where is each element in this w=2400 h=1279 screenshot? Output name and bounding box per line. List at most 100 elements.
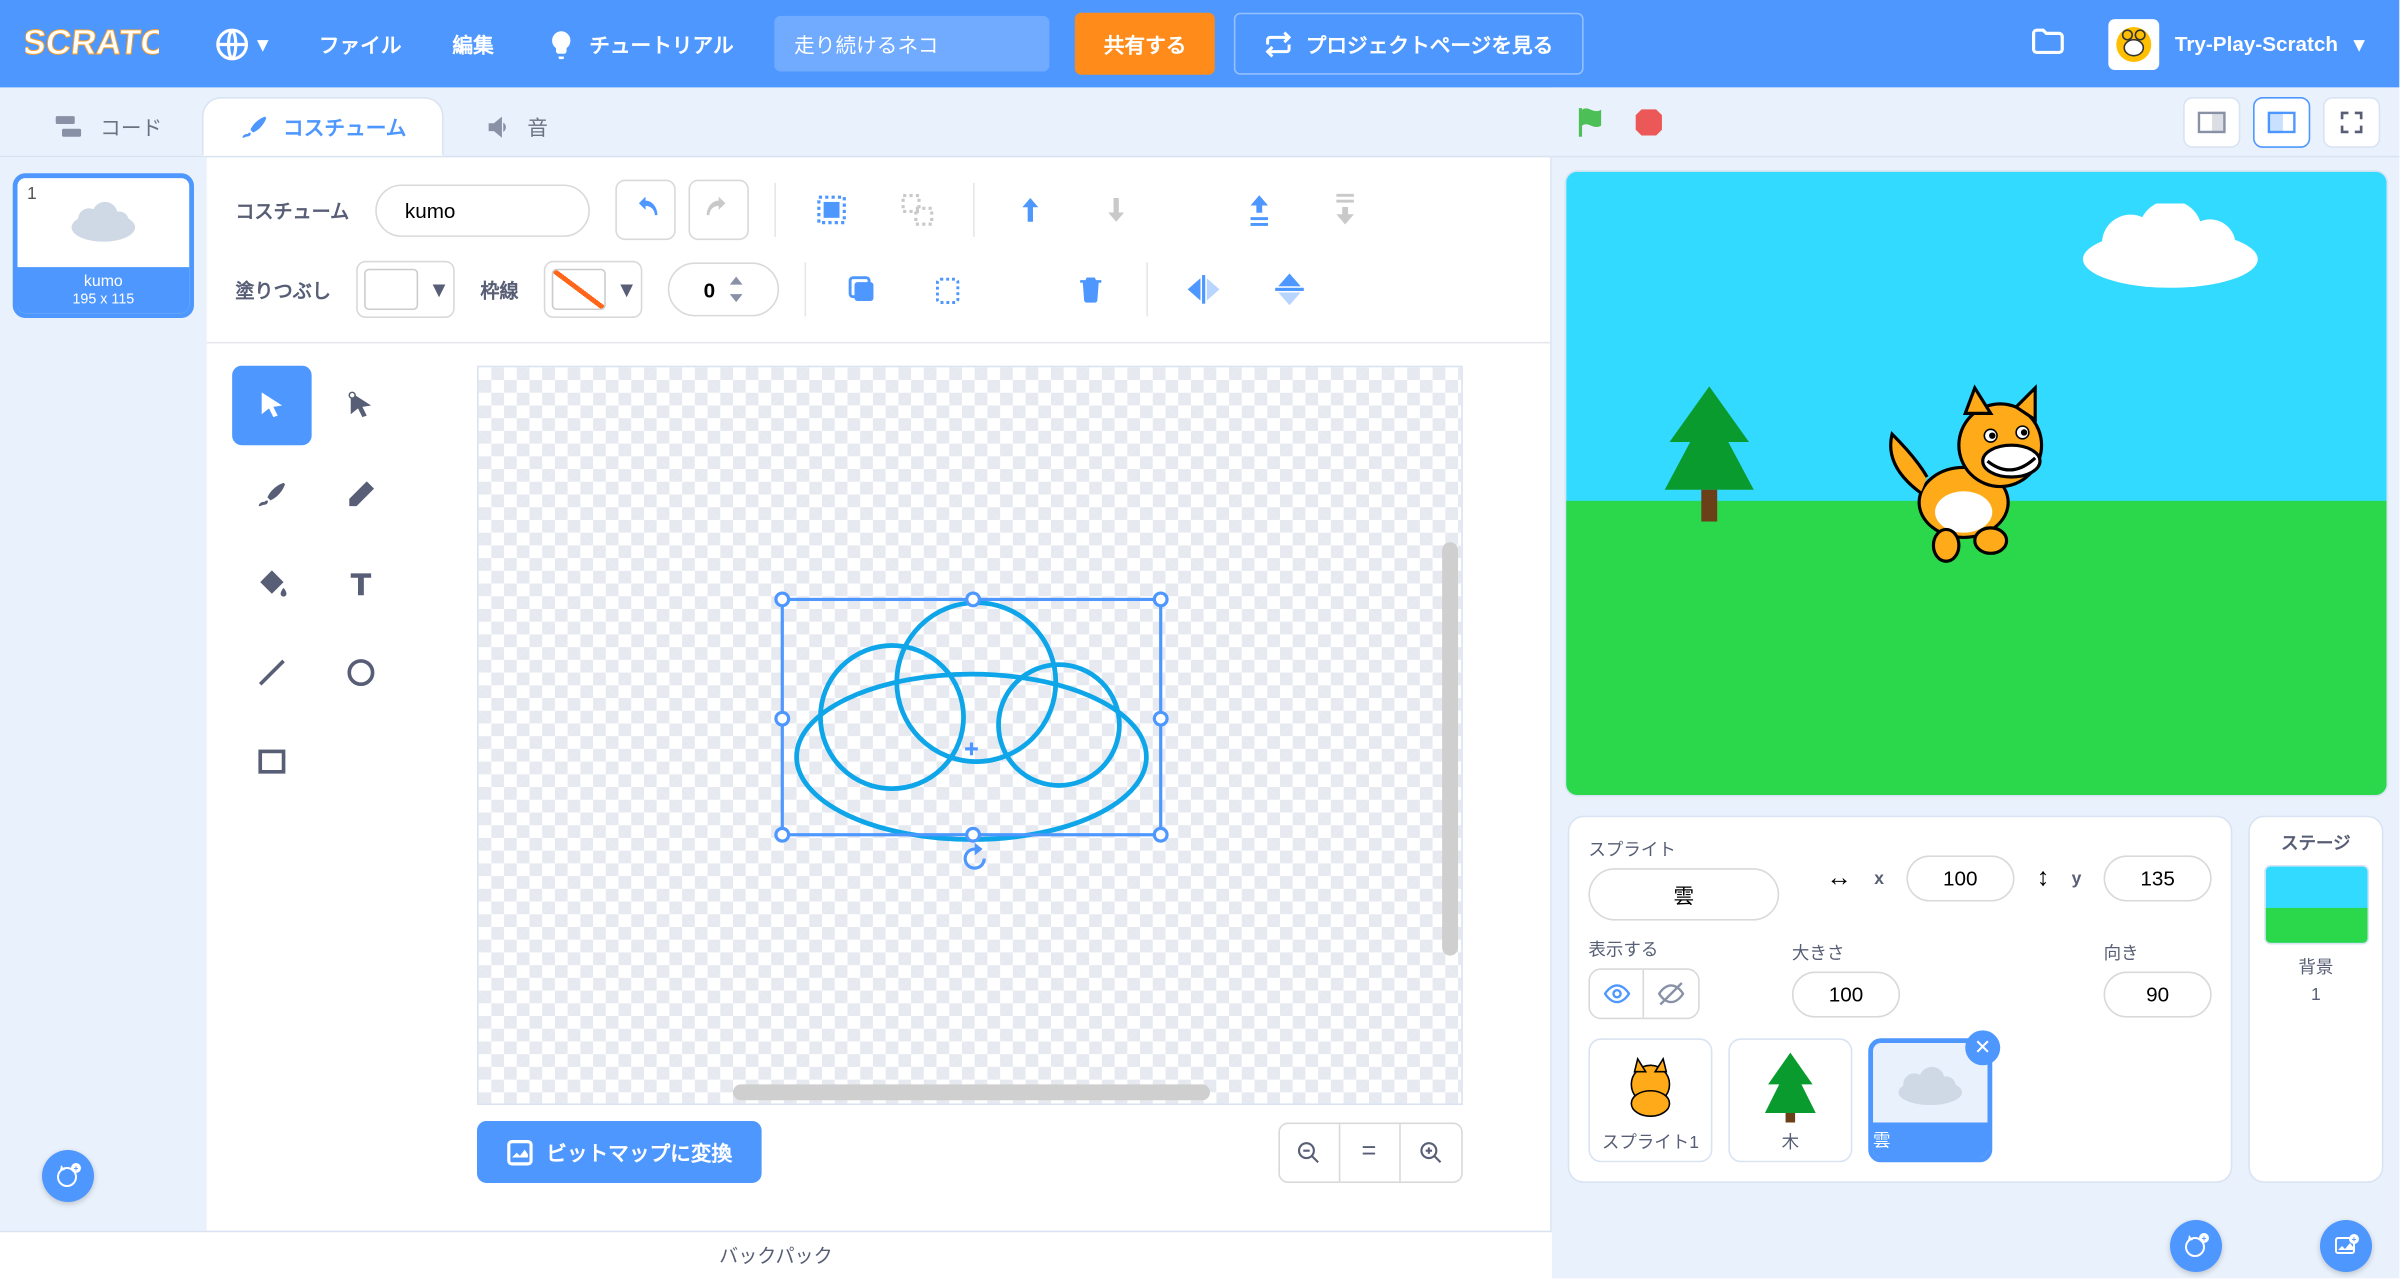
x-input[interactable]: 100	[1906, 855, 2014, 901]
rotation-handle[interactable]	[958, 843, 990, 875]
edit-menu[interactable]: 編集	[427, 0, 519, 87]
large-stage-button[interactable]	[2253, 96, 2310, 147]
eye-icon	[1602, 979, 1631, 1008]
add-costume-fab[interactable]: +	[42, 1150, 94, 1202]
share-button[interactable]: 共有する	[1075, 13, 1215, 75]
back-button[interactable]	[1314, 180, 1374, 240]
forward-button[interactable]	[1000, 180, 1060, 240]
costume-name: kumo	[17, 273, 189, 290]
trash-icon	[1075, 273, 1107, 305]
project-title-input[interactable]: 走り続けるネコ	[775, 16, 1050, 72]
text-tool[interactable]	[321, 544, 401, 624]
costume-size: 195 x 115	[17, 291, 189, 307]
account-menu[interactable]: Try-Play-Scratch ▾	[2099, 18, 2374, 69]
outline-width-input[interactable]: 0	[668, 262, 779, 316]
stop-button[interactable]	[1631, 104, 1666, 139]
group-button[interactable]	[801, 180, 861, 240]
undo-button[interactable]	[615, 180, 675, 240]
costume-list: 1 kumo 195 x 115	[0, 157, 207, 1230]
selection-box[interactable]	[780, 598, 1162, 837]
sprite-item-label: スプライト1	[1602, 1129, 1699, 1154]
costume-index: 1	[27, 184, 37, 203]
fullscreen-button[interactable]	[2323, 96, 2380, 147]
convert-bitmap-button[interactable]: ビットマップに変換	[476, 1121, 761, 1183]
zoom-in-button[interactable]	[1400, 1123, 1460, 1180]
eraser-tool[interactable]	[321, 455, 401, 534]
direction-input[interactable]: 90	[2104, 971, 2212, 1017]
costume-name-input[interactable]	[375, 184, 590, 236]
canvas-scrollbar-horizontal[interactable]	[732, 1084, 1209, 1100]
redo-button[interactable]	[688, 180, 748, 240]
stage-cloud	[2075, 204, 2266, 291]
stage-tree	[1662, 386, 1757, 529]
fill-label: 塗りつぶし	[235, 276, 331, 303]
y-icon: ↕	[2037, 864, 2050, 893]
add-backdrop-fab[interactable]: +	[2320, 1220, 2372, 1272]
show-button[interactable]	[1590, 970, 1644, 1018]
delete-sprite-button[interactable]: ✕	[1965, 1030, 2000, 1065]
size-input[interactable]: 100	[1792, 971, 1900, 1017]
small-stage-button[interactable]	[2183, 96, 2240, 147]
visibility-toggle[interactable]	[1588, 968, 1699, 1019]
svg-text:+: +	[2202, 1234, 2207, 1243]
sprite-item-cloud[interactable]: ✕ 雲	[1868, 1038, 1992, 1162]
sprite-item-label: 雲	[1873, 1123, 1987, 1158]
x-icon: ↔	[1827, 864, 1852, 893]
backpack[interactable]: バックパック	[0, 1231, 1552, 1279]
tab-costumes[interactable]: コスチューム	[202, 97, 443, 156]
editor-tabs: コード コスチューム 音	[0, 87, 1552, 157]
sound-icon	[483, 111, 515, 143]
select-tool[interactable]	[232, 366, 312, 446]
stage[interactable]	[1565, 170, 2389, 796]
menubar: SCRATCH ▾ ファイル 編集 チュートリアル 走り続けるネコ 共有する プ…	[0, 0, 2399, 87]
language-menu[interactable]: ▾	[188, 0, 294, 87]
x-label: x	[1874, 869, 1884, 888]
sprite-item-tree[interactable]: 木	[1728, 1038, 1852, 1162]
size-label: 大きさ	[1792, 939, 1900, 964]
add-sprite-fab[interactable]: +	[2170, 1220, 2222, 1272]
brush-tool[interactable]	[232, 455, 312, 534]
tool-palette	[232, 343, 410, 1230]
file-menu[interactable]: ファイル	[293, 0, 427, 87]
rectangle-tool[interactable]	[232, 722, 312, 802]
my-stuff-button[interactable]	[1997, 22, 2099, 65]
paint-canvas[interactable]	[476, 366, 1462, 1105]
username: Try-Play-Scratch	[2175, 32, 2338, 56]
hide-button[interactable]	[1644, 970, 1698, 1018]
flip-horizontal-button[interactable]	[1174, 259, 1234, 319]
circle-tool[interactable]	[321, 633, 401, 713]
y-input[interactable]: 135	[2104, 855, 2212, 901]
tab-code[interactable]: コード	[19, 97, 199, 156]
delete-button[interactable]	[1061, 259, 1121, 319]
scratch-logo[interactable]: SCRATCH	[25, 16, 159, 72]
sprite-name-input[interactable]: 雲	[1588, 868, 1779, 920]
svg-text:+: +	[74, 1164, 79, 1173]
code-icon	[56, 112, 88, 141]
tab-sounds[interactable]: 音	[446, 97, 584, 156]
sprite-item-cat[interactable]: スプライト1	[1588, 1038, 1712, 1162]
reshape-tool[interactable]	[321, 366, 401, 446]
backward-button[interactable]	[1085, 180, 1145, 240]
fill-color-picker[interactable]: ▾	[356, 261, 455, 318]
see-project-page-button[interactable]: プロジェクトページを見る	[1234, 13, 1583, 75]
fill-tool[interactable]	[232, 544, 312, 624]
costume-item-selected[interactable]: 1 kumo 195 x 115	[13, 173, 194, 318]
canvas-scrollbar-vertical[interactable]	[1441, 542, 1457, 955]
copy-button[interactable]	[832, 259, 892, 319]
stage-thumbnail[interactable]	[2263, 865, 2368, 945]
stage-label: ステージ	[2263, 830, 2370, 855]
flip-vertical-button[interactable]	[1260, 259, 1320, 319]
costume-name-label: コスチューム	[235, 196, 349, 223]
direction-label: 向き	[2104, 939, 2212, 964]
line-tool[interactable]	[232, 633, 312, 713]
outline-color-picker[interactable]: ▾	[544, 261, 643, 318]
costume-thumbnail	[24, 184, 183, 260]
front-button[interactable]	[1228, 180, 1288, 240]
ungroup-button[interactable]	[887, 180, 947, 240]
green-flag-button[interactable]	[1571, 103, 1609, 141]
zoom-reset-button[interactable]: =	[1340, 1123, 1400, 1180]
paste-button[interactable]	[918, 259, 978, 319]
lightbulb-icon	[545, 28, 577, 60]
tutorials-button[interactable]: チュートリアル	[519, 0, 759, 87]
zoom-out-button[interactable]	[1279, 1123, 1339, 1180]
